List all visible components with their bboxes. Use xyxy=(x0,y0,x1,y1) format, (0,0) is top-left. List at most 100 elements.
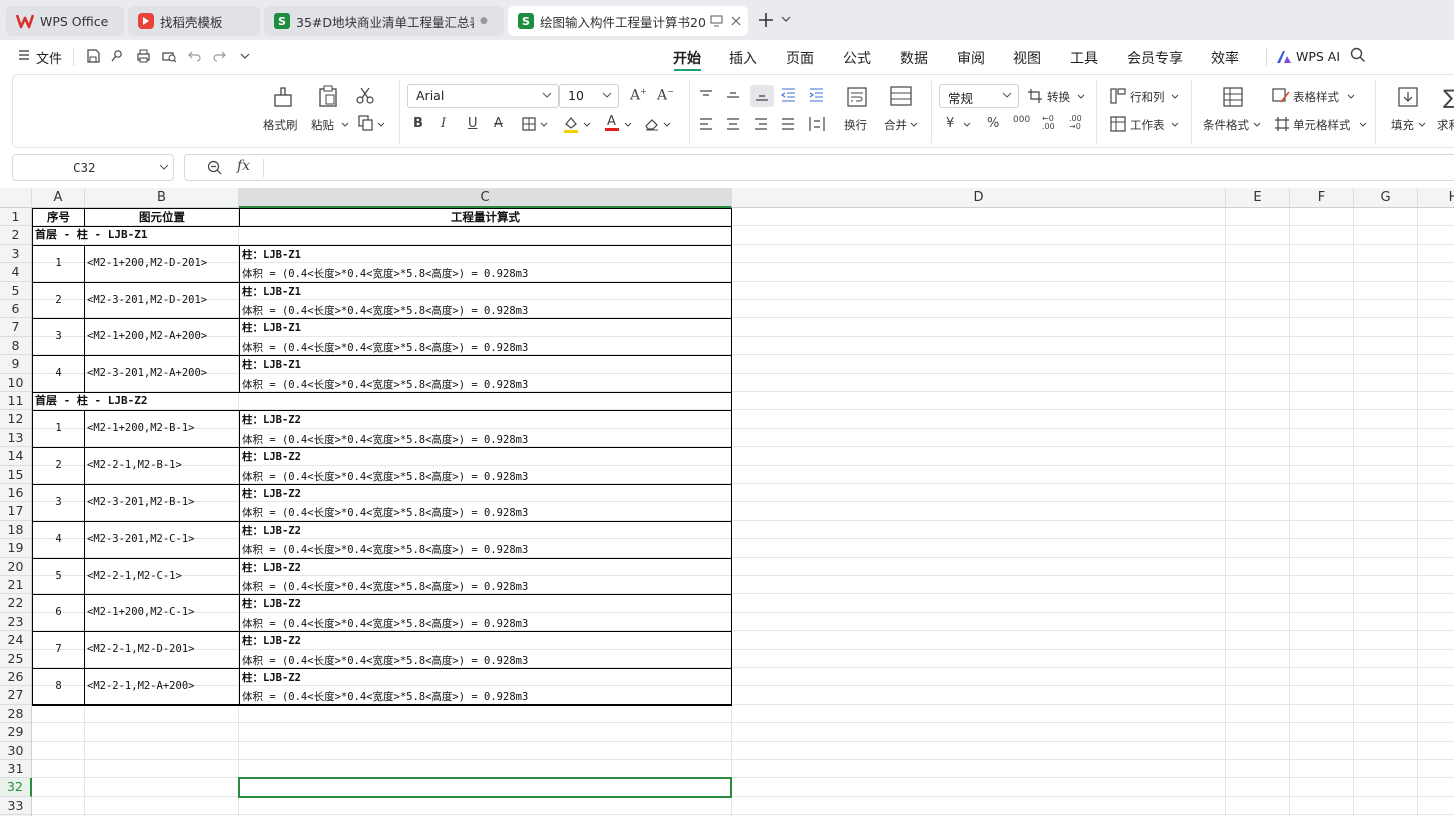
row-header[interactable]: 14 xyxy=(0,447,32,466)
align-left-icon[interactable] xyxy=(699,118,713,130)
row-column-icon[interactable] xyxy=(1110,88,1126,104)
zoom-formula-icon[interactable] xyxy=(207,160,222,175)
row-header[interactable]: 10 xyxy=(0,373,32,392)
decrease-font-icon[interactable]: A− xyxy=(657,87,674,104)
row-header[interactable]: 13 xyxy=(0,428,32,448)
column-header-e[interactable]: E xyxy=(1226,188,1290,208)
copy-icon[interactable] xyxy=(358,115,374,131)
row-header[interactable]: 32 xyxy=(0,778,32,797)
row-header[interactable]: 17 xyxy=(0,502,32,521)
align-middle-icon[interactable] xyxy=(726,90,740,102)
worksheet-icon[interactable] xyxy=(1110,116,1126,132)
wrap-text-label[interactable]: 换行 xyxy=(844,117,867,133)
row-header[interactable]: 30 xyxy=(0,741,32,760)
file-menu[interactable]: 文件 xyxy=(36,48,62,67)
chevron-down-icon[interactable] xyxy=(159,164,169,171)
chevron-down-icon[interactable] xyxy=(963,122,971,128)
row-header[interactable]: 9 xyxy=(0,355,32,374)
row-header[interactable]: 6 xyxy=(0,300,32,319)
menu-tab-tools[interactable]: 工具 xyxy=(1070,48,1098,68)
tab-workbook-summary[interactable]: S 35#D地块商业清单工程量汇总表.x ● xyxy=(264,6,504,36)
row-header[interactable]: 16 xyxy=(0,484,32,503)
column-header-h[interactable]: H xyxy=(1418,188,1454,208)
menu-tab-page[interactable]: 页面 xyxy=(786,48,814,68)
menu-tab-efficiency[interactable]: 效率 xyxy=(1211,48,1239,68)
row-header[interactable]: 5 xyxy=(0,281,32,300)
share-icon[interactable] xyxy=(110,49,124,63)
increase-indent-icon[interactable] xyxy=(809,88,824,102)
row-header[interactable]: 12 xyxy=(0,410,32,429)
chevron-down-icon[interactable] xyxy=(1171,122,1179,128)
convert-icon[interactable] xyxy=(1027,88,1043,104)
row-header[interactable]: 28 xyxy=(0,704,32,724)
format-painter-icon[interactable] xyxy=(272,86,294,108)
borders-icon[interactable] xyxy=(522,117,536,131)
select-all-corner[interactable] xyxy=(0,188,32,208)
wps-ai-button[interactable]: WPS AI xyxy=(1296,49,1340,64)
save-icon[interactable] xyxy=(86,49,100,63)
column-header-g[interactable]: G xyxy=(1354,188,1418,208)
print-icon[interactable] xyxy=(136,49,151,63)
row-header[interactable]: 33 xyxy=(0,796,32,816)
row-header[interactable]: 24 xyxy=(0,631,32,650)
new-tab-plus-icon[interactable] xyxy=(758,12,774,28)
row-header[interactable]: 4 xyxy=(0,263,32,282)
italic-icon[interactable]: I xyxy=(441,116,446,131)
row-header[interactable]: 19 xyxy=(0,539,32,558)
chevron-down-icon[interactable] xyxy=(540,122,548,128)
chevron-down-icon[interactable] xyxy=(910,122,918,128)
row-header[interactable]: 11 xyxy=(0,392,32,411)
fill-down-icon[interactable] xyxy=(1397,86,1419,108)
increase-decimal-icon[interactable]: ←0.00 xyxy=(1042,115,1055,131)
conditional-format-icon[interactable] xyxy=(1222,86,1244,108)
justify-icon[interactable] xyxy=(781,118,795,130)
menu-tab-formula[interactable]: 公式 xyxy=(843,48,871,68)
row-header[interactable]: 23 xyxy=(0,612,32,632)
font-color-icon[interactable]: A xyxy=(604,113,620,131)
font-family-select[interactable]: Arial xyxy=(407,84,559,108)
row-column-label[interactable]: 行和列 xyxy=(1130,89,1165,105)
print-preview-icon[interactable] xyxy=(162,49,177,63)
sum-icon[interactable]: ∑ xyxy=(1443,85,1454,109)
distributed-align-icon[interactable] xyxy=(809,116,825,132)
column-header-a[interactable]: A xyxy=(32,188,85,208)
chevron-down-icon[interactable] xyxy=(341,122,349,128)
row-header[interactable]: 31 xyxy=(0,760,32,779)
column-header-d[interactable]: D xyxy=(732,188,1226,208)
menu-tab-view[interactable]: 视图 xyxy=(1013,48,1041,68)
number-format-select[interactable]: 常规 xyxy=(939,84,1019,108)
row-header[interactable]: 21 xyxy=(0,576,32,595)
align-bottom-icon[interactable] xyxy=(750,85,774,107)
menu-tab-home[interactable]: 开始 xyxy=(673,48,701,68)
tab-wps-office[interactable]: WPS Office xyxy=(6,6,124,36)
row-header[interactable]: 26 xyxy=(0,668,32,687)
row-header[interactable]: 15 xyxy=(0,465,32,484)
chevron-down-icon[interactable] xyxy=(1171,94,1179,100)
align-top-icon[interactable] xyxy=(699,90,713,102)
decrease-indent-icon[interactable] xyxy=(781,88,796,102)
paste-label[interactable]: 粘贴 xyxy=(311,117,334,133)
underline-icon[interactable]: U xyxy=(468,116,478,131)
cell-style-icon[interactable] xyxy=(1274,116,1290,132)
name-box[interactable]: C32 xyxy=(12,154,174,181)
sum-label[interactable]: 求和 xyxy=(1437,117,1454,133)
convert-label[interactable]: 转换 xyxy=(1047,89,1070,105)
chevron-down-icon[interactable] xyxy=(1253,122,1261,128)
chevron-down-icon[interactable] xyxy=(663,122,671,128)
chevron-down-icon[interactable] xyxy=(1359,122,1367,128)
strikethrough-icon[interactable]: A xyxy=(494,116,503,131)
function-fx-icon[interactable]: fx xyxy=(237,158,250,174)
fill-label[interactable]: 填充 xyxy=(1391,117,1414,133)
chevron-down-icon[interactable] xyxy=(1077,94,1085,100)
fill-color-icon[interactable] xyxy=(563,115,579,133)
chevron-down-icon[interactable] xyxy=(781,15,791,23)
currency-icon[interactable]: ¥ xyxy=(946,116,954,131)
increase-font-icon[interactable]: A+ xyxy=(630,87,647,104)
menu-tab-review[interactable]: 审阅 xyxy=(957,48,985,68)
chevron-down-icon[interactable] xyxy=(1347,94,1355,100)
row-header[interactable]: 27 xyxy=(0,686,32,705)
merge-cells-label[interactable]: 合并 xyxy=(884,117,907,133)
chevron-down-icon[interactable] xyxy=(240,52,250,60)
row-header[interactable]: 22 xyxy=(0,594,32,613)
wps-ai-icon[interactable] xyxy=(1276,50,1292,64)
